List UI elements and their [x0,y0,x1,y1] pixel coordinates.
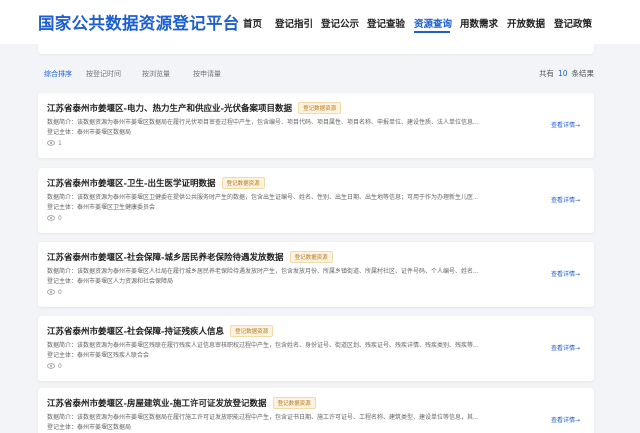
result-count-number: 10 [557,69,568,78]
nav-resource-search[interactable]: 资源查询 [414,16,452,30]
result-title-text[interactable]: 江苏省泰州市姜堰区-电力、热力生产和供应业-光伏备案项目数据 [47,104,292,114]
result-count-prefix: 共有 [538,69,554,78]
eye-icon [47,363,55,369]
result-card[interactable]: 江苏省泰州市姜堰区-房屋建筑业-施工许可证发放登记数据 登记数据资源 数据简介：该… [38,388,594,433]
nav-registration-guide[interactable]: 登记指引 [275,16,313,30]
result-subject: 登记主体：泰州市姜堰区人力资源和社会保障局 [47,278,174,285]
filter-panel-bottom [38,44,594,54]
sort-by-views[interactable]: 按浏览量 [142,69,170,79]
result-description: 数据简介：该数据资源为泰州市姜堰区数据局在履行光伏项目审查过程中产生，包含编号、… [47,119,479,126]
nav-registration-verify[interactable]: 登记查验 [367,16,405,30]
result-views: 0 [47,363,62,370]
result-subject: 登记主体：泰州市姜堰区残疾人联合会 [47,352,150,359]
sort-by-applications[interactable]: 按申请量 [193,69,221,79]
eye-icon [47,215,55,221]
result-title-text[interactable]: 江苏省泰州市姜堰区-房屋建筑业-施工许可证发放登记数据 [47,399,267,409]
result-card[interactable]: 江苏省泰州市姜堰区-卫生-出生医学证明数据 登记数据资源 数据简介：该数据资源为泰… [38,168,594,233]
result-title[interactable]: 江苏省泰州市姜堰区-电力、热力生产和供应业-光伏备案项目数据 登记数据资源 [47,102,342,114]
result-card[interactable]: 江苏省泰州市姜堰区-社会保障-城乡居民养老保险待遇发放数据 登记数据资源 数据简介… [38,242,594,307]
view-count: 1 [58,140,62,147]
eye-icon [47,140,55,146]
result-count: 共有 10 条结果 [539,68,594,79]
result-title-text[interactable]: 江苏省泰州市姜堰区-卫生-出生医学证明数据 [47,179,216,189]
nav-data-demand[interactable]: 用数需求 [460,16,498,30]
view-count: 0 [58,289,62,296]
result-title[interactable]: 江苏省泰州市姜堰区-社会保障-持证残疾人信息 登记数据资源 [47,325,274,337]
result-subject: 登记主体：泰州市姜堰区卫生健康委员会 [47,204,156,211]
registration-badge: 登记数据资源 [298,102,342,114]
result-description: 数据简介：该数据资源为泰州市姜堰区残联在履行残疾人证信息审核职权过程中产生，包含… [47,342,479,349]
result-title-text[interactable]: 江苏省泰州市姜堰区-社会保障-城乡居民养老保险待遇发放数据 [47,253,284,263]
result-card[interactable]: 江苏省泰州市姜堰区-电力、热力生产和供应业-光伏备案项目数据 登记数据资源 数据简… [38,93,594,158]
view-detail-link[interactable]: 查看详情→ [551,415,580,424]
result-description: 数据简介：该数据资源为泰州市姜堰区人社局在履行城乡居民养老保险待遇发放时产生，包… [47,268,479,275]
result-title-text[interactable]: 江苏省泰州市姜堰区-社会保障-持证残疾人信息 [47,327,224,337]
nav-home[interactable]: 首页 [243,16,262,30]
active-nav-indicator [414,31,450,33]
result-title[interactable]: 江苏省泰州市姜堰区-社会保障-城乡居民养老保险待遇发放数据 登记数据资源 [47,251,333,263]
result-title[interactable]: 江苏省泰州市姜堰区-卫生-出生医学证明数据 登记数据资源 [47,177,265,189]
registration-badge: 登记数据资源 [289,251,333,263]
view-detail-link[interactable]: 查看详情→ [551,195,580,204]
registration-badge: 登记数据资源 [221,177,265,189]
result-views: 1 [47,140,62,147]
nav-registration-notice[interactable]: 登记公示 [321,16,359,30]
result-card[interactable]: 江苏省泰州市姜堰区-社会保障-持证残疾人信息 登记数据资源 数据简介：该数据资源为… [38,316,594,381]
view-count: 0 [58,363,62,370]
registration-badge: 登记数据资源 [272,397,316,409]
eye-icon [47,289,55,295]
view-detail-link[interactable]: 查看详情→ [551,120,580,129]
site-header: 国家公共数据资源登记平台 首页 登记指引 登记公示 登记查验 资源查询 用数需求… [0,0,640,44]
nav-open-data[interactable]: 开放数据 [507,16,545,30]
view-detail-link[interactable]: 查看详情→ [551,343,580,352]
sort-bar: 综合排序 按登记时间 按浏览量 按申请量 共有 10 条结果 [38,64,594,84]
result-title[interactable]: 江苏省泰州市姜堰区-房屋建筑业-施工许可证发放登记数据 登记数据资源 [47,397,316,409]
sort-default[interactable]: 综合排序 [44,69,72,79]
sort-by-register-time[interactable]: 按登记时间 [86,69,121,79]
result-description: 数据简介：该数据资源为泰州市姜堰区数据局在履行施工许可证发放职能过程中产生，包含… [47,414,479,421]
registration-badge: 登记数据资源 [230,325,274,337]
result-views: 0 [47,215,62,222]
result-views: 0 [47,289,62,296]
view-detail-link[interactable]: 查看详情→ [551,269,580,278]
result-description: 数据简介：该数据资源为泰州市姜堰区卫健委在提供公共服务时产生的数据，包含出生证编… [47,194,479,201]
nav-registration-policy[interactable]: 登记政策 [554,16,592,30]
result-subject: 登记主体：泰州市姜堰区数据局 [47,424,132,431]
result-count-suffix: 条结果 [571,69,595,78]
result-subject: 登记主体：泰州市姜堰区数据局 [47,129,132,136]
view-count: 0 [58,215,62,222]
site-logo[interactable]: 国家公共数据资源登记平台 [38,10,240,34]
